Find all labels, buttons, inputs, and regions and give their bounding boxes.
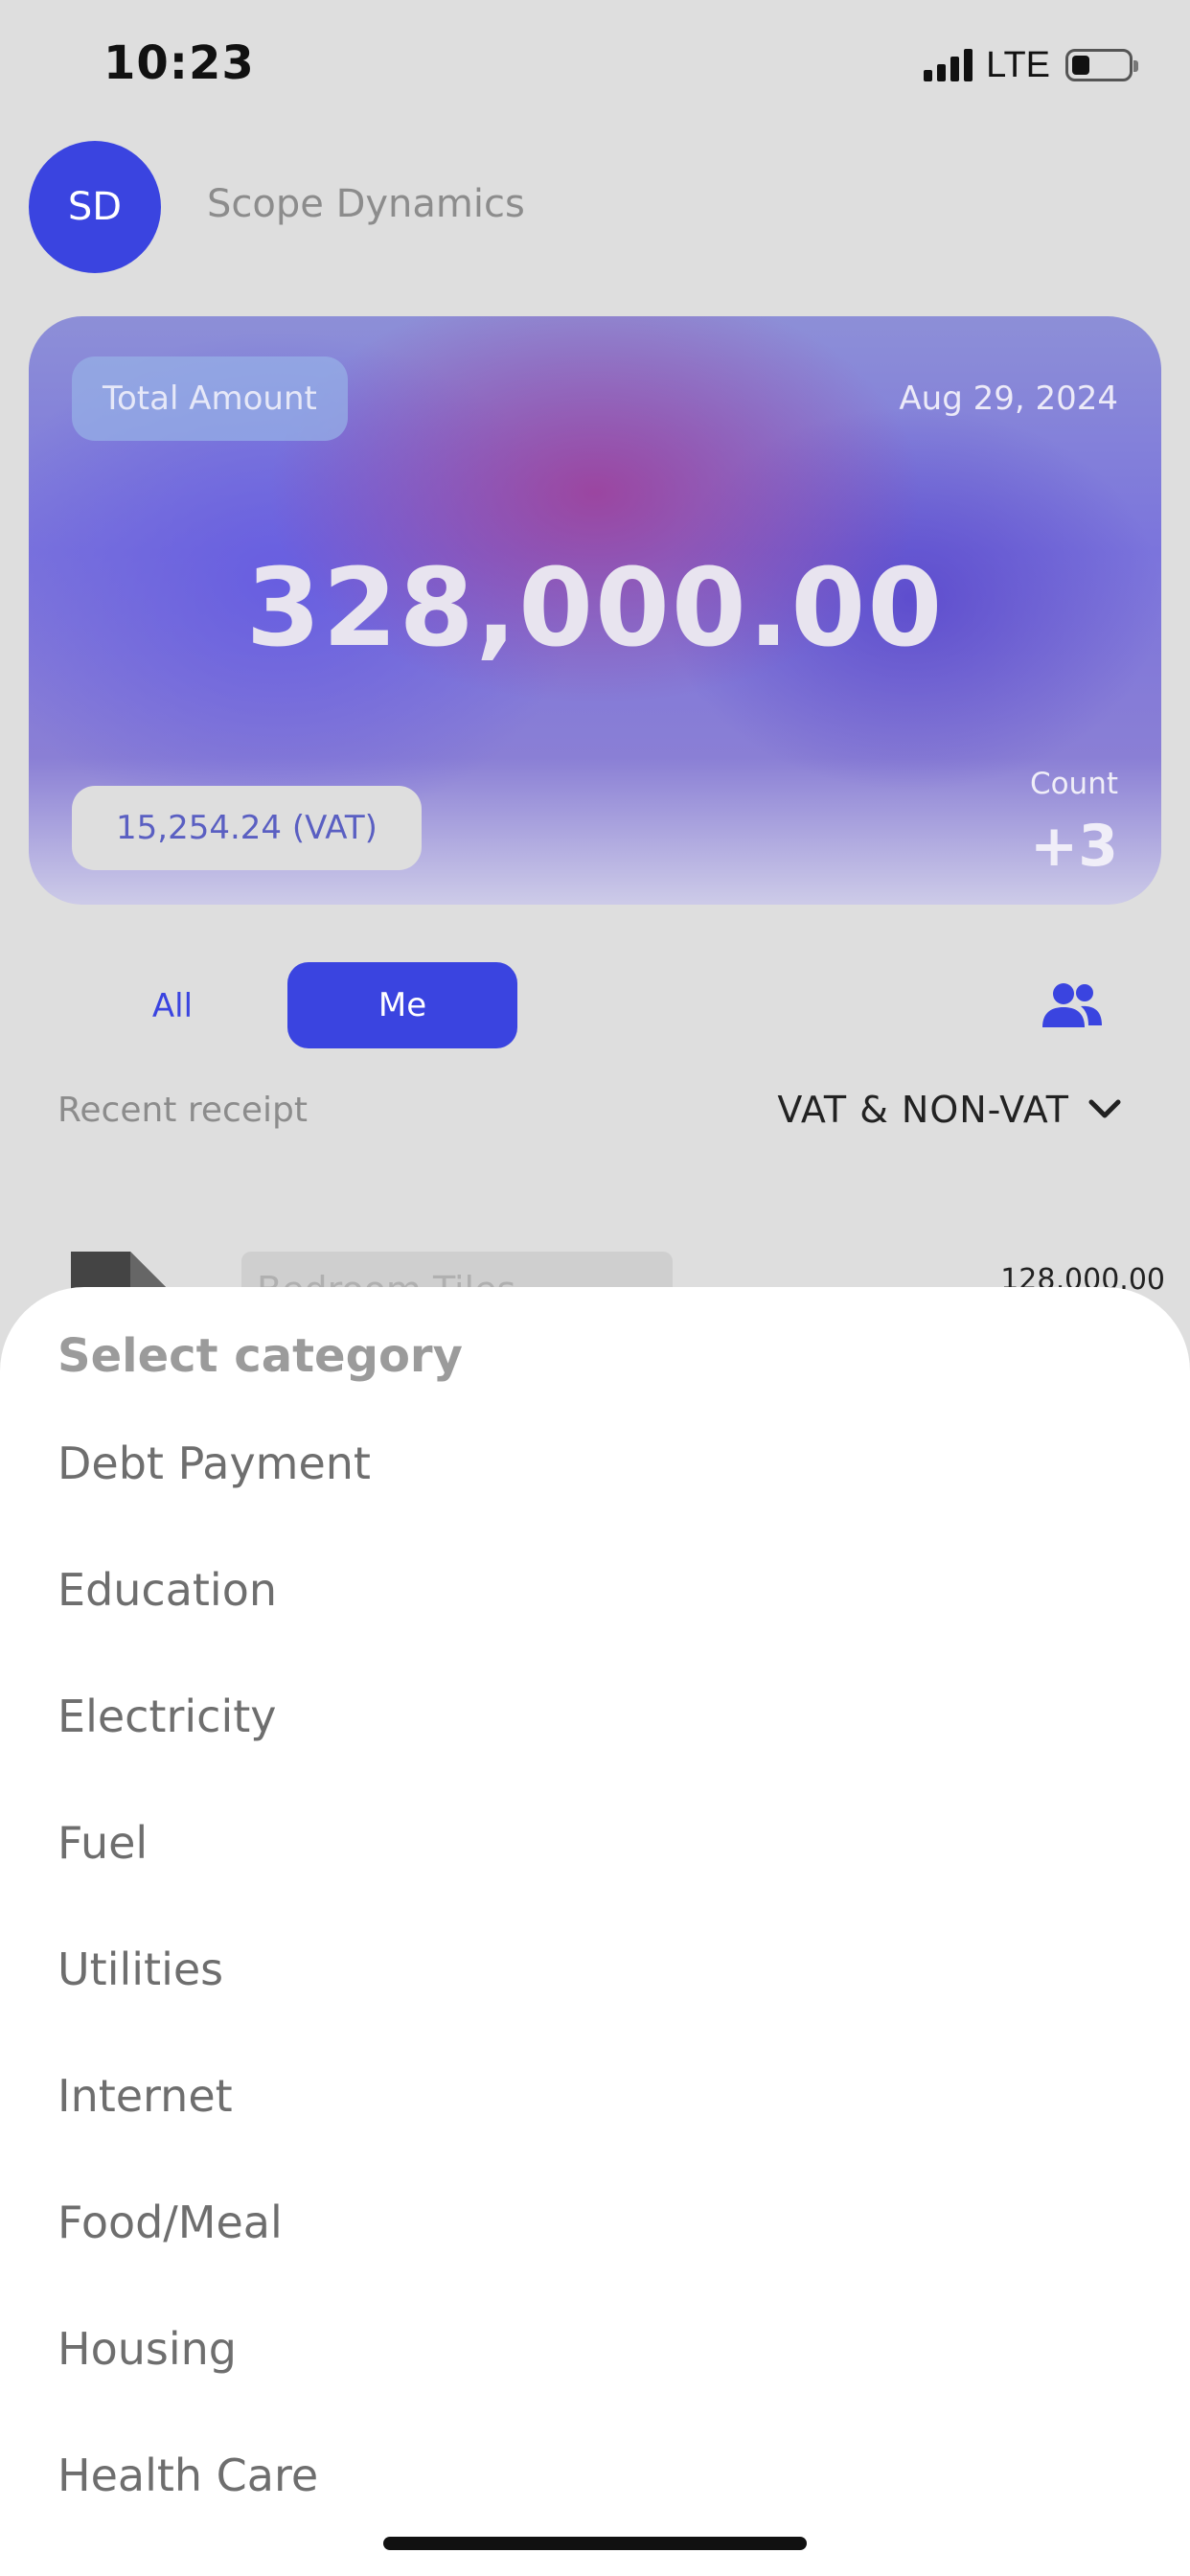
category-item[interactable]: Electricity bbox=[57, 1678, 1190, 1805]
tab-me[interactable]: Me bbox=[287, 962, 517, 1048]
vat-filter-label: VAT & NON-VAT bbox=[777, 1089, 1069, 1131]
card-date: Aug 29, 2024 bbox=[899, 380, 1118, 418]
total-amount-label: Total Amount bbox=[72, 356, 348, 441]
people-icon[interactable] bbox=[1041, 981, 1104, 1029]
category-item[interactable]: Food/Meal bbox=[57, 2184, 1190, 2311]
signal-icon bbox=[924, 49, 973, 81]
home-indicator[interactable] bbox=[383, 2537, 807, 2550]
network-label: LTE bbox=[986, 44, 1050, 85]
avatar[interactable]: SD bbox=[29, 141, 161, 273]
vat-filter-dropdown[interactable]: VAT & NON-VAT bbox=[777, 1089, 1121, 1131]
status-indicators: LTE bbox=[924, 44, 1138, 85]
category-item[interactable]: Housing bbox=[57, 2311, 1190, 2437]
total-card: Total Amount Aug 29, 2024 328,000.00 15,… bbox=[29, 316, 1161, 905]
tab-all[interactable]: All bbox=[96, 964, 249, 1048]
count-label: Count bbox=[1029, 767, 1118, 801]
status-time: 10:23 bbox=[103, 36, 255, 90]
category-item[interactable]: Internet bbox=[57, 2058, 1190, 2184]
chevron-down-icon bbox=[1088, 1099, 1121, 1118]
category-sheet: Select category Debt Payment Education E… bbox=[0, 1287, 1190, 2576]
category-item[interactable]: Fuel bbox=[57, 1805, 1190, 1931]
category-list: Debt Payment Education Electricity Fuel … bbox=[57, 1425, 1190, 2576]
company-name: Scope Dynamics bbox=[207, 182, 525, 226]
category-item[interactable]: Utilities bbox=[57, 1931, 1190, 2058]
category-item[interactable]: Education bbox=[57, 1552, 1190, 1678]
total-amount-value: 328,000.00 bbox=[245, 546, 945, 671]
battery-icon bbox=[1065, 49, 1138, 81]
recent-receipt-label: Recent receipt bbox=[57, 1091, 308, 1130]
vat-badge: 15,254.24 (VAT) bbox=[72, 786, 422, 870]
count-value: +3 bbox=[1029, 813, 1118, 880]
category-item[interactable]: Debt Payment bbox=[57, 1425, 1190, 1552]
sheet-title: Select category bbox=[57, 1329, 463, 1383]
